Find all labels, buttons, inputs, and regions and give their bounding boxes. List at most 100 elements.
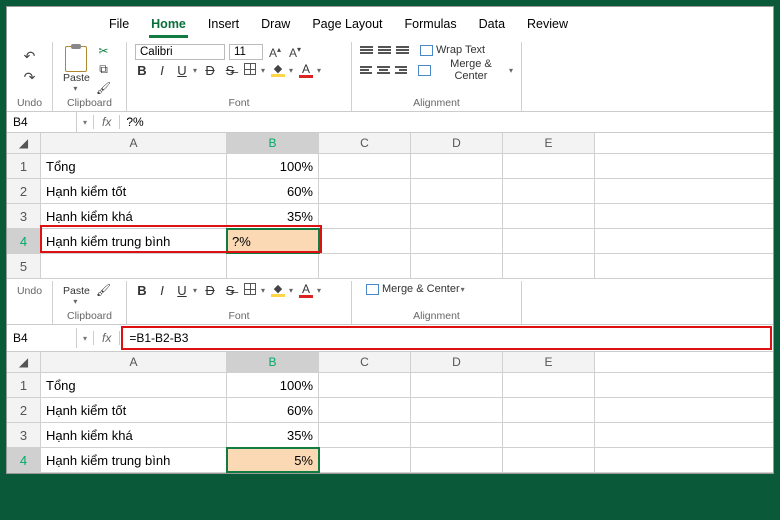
cell[interactable]: 100% — [227, 373, 319, 397]
merge-center-button[interactable]: Merge & Center ▾ — [366, 283, 465, 295]
font-name-select[interactable] — [135, 44, 225, 60]
col-header-e[interactable]: E — [503, 352, 595, 372]
cell[interactable] — [411, 229, 503, 253]
cut-icon[interactable]: ✂ — [96, 44, 111, 58]
name-box[interactable]: B4 — [7, 112, 77, 132]
cell[interactable]: 35% — [227, 423, 319, 447]
cell[interactable] — [411, 398, 503, 422]
italic-button[interactable]: I — [155, 63, 169, 78]
selected-cell[interactable]: ?% — [227, 229, 319, 253]
undo-icon[interactable]: ↶ — [24, 48, 36, 65]
align-center-icon[interactable] — [377, 66, 389, 74]
font-color-button[interactable]: A — [299, 283, 313, 298]
tab-page-layout[interactable]: Page Layout — [310, 13, 384, 38]
cell[interactable] — [411, 254, 503, 278]
tab-home[interactable]: Home — [149, 13, 188, 38]
strikethrough-button[interactable]: D — [203, 63, 217, 78]
cell[interactable] — [411, 448, 503, 472]
font-size-select[interactable] — [229, 44, 263, 60]
cell[interactable] — [411, 154, 503, 178]
row-header[interactable]: 2 — [7, 398, 41, 422]
fx-icon[interactable]: fx — [93, 331, 120, 345]
cell[interactable] — [503, 448, 595, 472]
copy-icon[interactable]: ⧉ — [96, 62, 111, 77]
align-bottom-icon[interactable] — [396, 46, 409, 54]
tab-file[interactable]: File — [107, 13, 131, 38]
double-strike-button[interactable]: S̶ — [223, 63, 237, 78]
cell[interactable]: Tổng — [41, 373, 227, 397]
cell[interactable] — [41, 254, 227, 278]
col-header-b[interactable]: B — [227, 352, 319, 372]
col-header-e[interactable]: E — [503, 133, 595, 153]
cell[interactable]: 60% — [227, 179, 319, 203]
increase-font-icon[interactable]: A▴ — [267, 45, 283, 60]
borders-button[interactable] — [243, 283, 257, 298]
paste-button[interactable]: Paste ▾ — [61, 283, 92, 308]
cell[interactable]: Hạnh kiểm trung bình — [41, 448, 227, 472]
paste-button[interactable]: Paste ▾ — [61, 44, 92, 95]
tab-data[interactable]: Data — [477, 13, 507, 38]
cell[interactable] — [319, 154, 411, 178]
cell[interactable] — [503, 254, 595, 278]
tab-review[interactable]: Review — [525, 13, 570, 38]
format-painter-icon[interactable]: 🖌 — [96, 81, 111, 95]
formula-input[interactable]: =B1-B2-B3 — [121, 326, 772, 350]
underline-button[interactable]: U — [175, 63, 189, 78]
cell[interactable] — [319, 254, 411, 278]
col-header-a[interactable]: A — [41, 352, 227, 372]
italic-button[interactable]: I — [155, 283, 169, 298]
cell[interactable] — [503, 398, 595, 422]
fill-color-button[interactable]: ◆ — [271, 64, 285, 77]
cell[interactable] — [411, 373, 503, 397]
cell[interactable]: Hạnh kiểm trung bình — [41, 229, 227, 253]
col-header-d[interactable]: D — [411, 352, 503, 372]
row-header[interactable]: 3 — [7, 423, 41, 447]
bold-button[interactable]: B — [135, 283, 149, 298]
cell[interactable] — [411, 204, 503, 228]
row-header[interactable]: 1 — [7, 154, 41, 178]
cell[interactable]: Tổng — [41, 154, 227, 178]
cell[interactable] — [319, 423, 411, 447]
col-header-c[interactable]: C — [319, 133, 411, 153]
col-header-a[interactable]: A — [41, 133, 227, 153]
row-header[interactable]: 4 — [7, 448, 41, 472]
borders-button[interactable] — [243, 63, 257, 78]
align-left-icon[interactable] — [360, 66, 372, 74]
align-top-icon[interactable] — [360, 46, 373, 54]
cell[interactable]: Hạnh kiểm tốt — [41, 398, 227, 422]
redo-icon[interactable]: ↷ — [24, 69, 36, 86]
cell[interactable] — [503, 373, 595, 397]
selected-cell[interactable]: 5% — [227, 448, 319, 472]
cell[interactable] — [503, 179, 595, 203]
cell[interactable]: Hạnh kiểm khá — [41, 204, 227, 228]
tab-formulas[interactable]: Formulas — [403, 13, 459, 38]
row-header[interactable]: 3 — [7, 204, 41, 228]
cell[interactable]: 100% — [227, 154, 319, 178]
cell[interactable] — [503, 229, 595, 253]
col-header-c[interactable]: C — [319, 352, 411, 372]
merge-center-button[interactable]: Merge & Center ▾ — [418, 58, 513, 82]
row-header[interactable]: 5 — [7, 254, 41, 278]
wrap-text-button[interactable]: Wrap Text — [420, 44, 485, 56]
formula-input[interactable]: ?% — [120, 112, 773, 132]
cell[interactable]: Hạnh kiểm tốt — [41, 179, 227, 203]
cell[interactable]: Hạnh kiểm khá — [41, 423, 227, 447]
tab-draw[interactable]: Draw — [259, 13, 292, 38]
col-header-b[interactable]: B — [227, 133, 319, 153]
cell[interactable] — [319, 373, 411, 397]
row-header[interactable]: 2 — [7, 179, 41, 203]
cell[interactable] — [411, 423, 503, 447]
tab-insert[interactable]: Insert — [206, 13, 241, 38]
cell[interactable]: 35% — [227, 204, 319, 228]
cell[interactable] — [227, 254, 319, 278]
fx-icon[interactable]: fx — [93, 115, 120, 129]
cell[interactable] — [319, 398, 411, 422]
cell[interactable] — [411, 179, 503, 203]
font-color-button[interactable]: A — [299, 63, 313, 78]
cell[interactable] — [319, 229, 411, 253]
double-strike-button[interactable]: S̶ — [223, 283, 237, 298]
cell[interactable] — [503, 154, 595, 178]
cell[interactable] — [503, 423, 595, 447]
name-box-dropdown-icon[interactable]: ▾ — [77, 118, 93, 127]
col-header-d[interactable]: D — [411, 133, 503, 153]
